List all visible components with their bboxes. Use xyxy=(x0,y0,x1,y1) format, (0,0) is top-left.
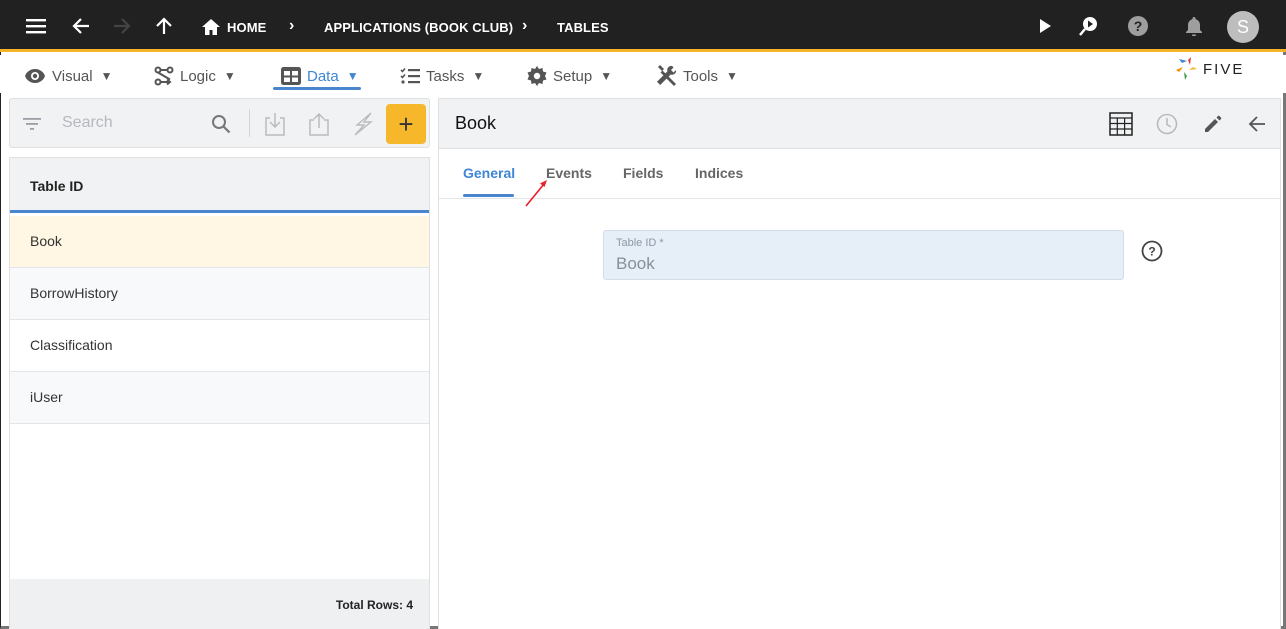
toolbar-divider xyxy=(249,109,250,137)
menu-data-label: Data xyxy=(307,67,339,85)
table-id-value: Book xyxy=(616,254,655,273)
menu-tools-label: Tools xyxy=(683,67,719,85)
edit-pencil-icon[interactable] xyxy=(1200,111,1226,137)
five-logo: FIVE xyxy=(1175,57,1244,81)
eye-icon xyxy=(25,69,45,83)
menu-logic-label: Logic xyxy=(180,67,216,85)
five-logo-icon xyxy=(1176,57,1197,80)
menu-data[interactable]: Data ▼ xyxy=(281,63,359,89)
breadcrumb-tables[interactable]: TABLES xyxy=(557,20,609,35)
notifications-bell-icon[interactable] xyxy=(1182,14,1206,38)
plus-icon: + xyxy=(398,109,414,139)
total-rows-count: Total Rows: 4 xyxy=(335,598,413,612)
tools-icon xyxy=(657,65,677,86)
table-view-icon[interactable] xyxy=(1108,111,1134,137)
menu-visual-label: Visual xyxy=(52,67,93,85)
menu-setup-label: Setup xyxy=(553,67,593,85)
debug-search-icon[interactable] xyxy=(1076,14,1100,38)
list-column-header[interactable]: Table ID xyxy=(10,158,429,213)
svg-text:?: ? xyxy=(1148,245,1155,259)
main-menu-bar: Visual ▼ Logic ▼ Data ▼ Tasks ▼ Setup ▼ … xyxy=(0,55,1286,93)
record-detail-panel: Book General Events Fields Indices Table… xyxy=(438,98,1281,629)
home-icon[interactable] xyxy=(199,15,223,39)
help-icon[interactable]: ? xyxy=(1126,14,1150,38)
caret-down-icon: ▼ xyxy=(223,69,236,83)
caret-down-icon: ▼ xyxy=(346,69,359,83)
history-clock-icon[interactable] xyxy=(1154,111,1180,137)
list-footer: Total Rows: 4 xyxy=(10,579,429,629)
export-icon[interactable] xyxy=(306,111,332,137)
gear-icon xyxy=(527,66,547,86)
list-row-borrowhistory[interactable]: BorrowHistory xyxy=(10,268,429,320)
tab-indices[interactable]: Indices xyxy=(695,165,743,181)
caret-down-icon: ▼ xyxy=(100,69,113,83)
row-label: Classification xyxy=(30,337,113,353)
field-help-icon[interactable]: ? xyxy=(1140,239,1164,263)
active-menu-indicator xyxy=(273,87,361,90)
list-row-book[interactable]: Book xyxy=(10,216,429,268)
five-logo-text: FIVE xyxy=(1203,60,1245,78)
menu-tools[interactable]: Tools ▼ xyxy=(655,63,738,89)
detail-header: Book xyxy=(439,99,1280,149)
menu-setup[interactable]: Setup ▼ xyxy=(527,63,612,89)
table-grid-icon xyxy=(281,67,301,85)
logic-flow-icon xyxy=(154,66,174,86)
breadcrumb-separator: › xyxy=(289,17,295,34)
tab-events[interactable]: Events xyxy=(546,165,592,181)
forward-arrow-icon[interactable] xyxy=(110,14,134,38)
table-id-label: Table ID * xyxy=(616,237,664,249)
breadcrumb-separator: › xyxy=(522,17,528,34)
add-record-button[interactable]: + xyxy=(386,104,426,144)
menu-icon[interactable] xyxy=(24,14,48,38)
user-avatar[interactable]: S xyxy=(1227,11,1259,43)
list-row-classification[interactable]: Classification xyxy=(10,320,429,372)
breadcrumb-home[interactable]: HOME xyxy=(227,20,266,35)
filter-icon[interactable] xyxy=(19,111,45,137)
detail-tabs: General Events Fields Indices xyxy=(439,149,1280,199)
search-input[interactable]: Search xyxy=(62,114,113,132)
annotation-arrow-icon xyxy=(525,180,547,207)
list-row-iuser[interactable]: iUser xyxy=(10,372,429,424)
checklist-icon xyxy=(400,67,420,84)
lightning-icon[interactable] xyxy=(350,111,376,137)
menu-logic[interactable]: Logic ▼ xyxy=(154,63,236,89)
table-id-field[interactable]: Table ID * Book xyxy=(603,230,1124,280)
breadcrumb-applications[interactable]: APPLICATIONS (BOOK CLUB) xyxy=(324,20,513,35)
menu-tasks-label: Tasks xyxy=(426,67,465,85)
tab-general[interactable]: General xyxy=(463,165,515,181)
record-title: Book xyxy=(455,113,497,133)
list-toolbar: Search + xyxy=(9,98,430,148)
top-app-bar: HOME › APPLICATIONS (BOOK CLUB) › TABLES… xyxy=(0,0,1286,52)
caret-down-icon: ▼ xyxy=(726,69,738,83)
run-icon[interactable] xyxy=(1033,14,1057,38)
row-label: iUser xyxy=(30,389,63,405)
search-icon[interactable] xyxy=(208,111,234,137)
caret-down-icon: ▼ xyxy=(472,69,485,83)
back-arrow-icon[interactable] xyxy=(69,14,93,38)
column-header-table-id: Table ID xyxy=(30,178,84,194)
menu-tasks[interactable]: Tasks ▼ xyxy=(400,63,484,89)
menu-visual[interactable]: Visual ▼ xyxy=(24,63,112,89)
svg-text:?: ? xyxy=(1134,18,1143,34)
tab-fields[interactable]: Fields xyxy=(623,165,663,181)
table-list: Table ID Book BorrowHistory Classificati… xyxy=(9,157,430,629)
row-label: Book xyxy=(30,233,62,249)
close-back-arrow-icon[interactable] xyxy=(1244,111,1270,137)
import-icon[interactable] xyxy=(262,111,288,137)
active-tab-indicator xyxy=(463,194,514,197)
row-label: BorrowHistory xyxy=(30,285,118,301)
caret-down-icon: ▼ xyxy=(600,69,613,83)
up-arrow-icon[interactable] xyxy=(152,14,176,38)
